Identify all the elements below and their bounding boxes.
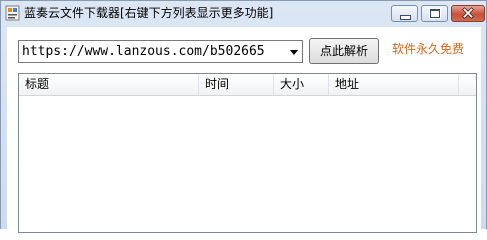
client-area: https://www.lanzous.com/b502665 点此解析 软件永… (7, 27, 481, 233)
app-window: 蓝奏云文件下载器[右键下方列表显示更多功能] https://www.lanzo… (0, 0, 487, 233)
window-title: 蓝奏云文件下载器[右键下方列表显示更多功能] (24, 6, 274, 20)
url-combobox[interactable]: https://www.lanzous.com/b502665 (18, 40, 303, 63)
column-header-filler (459, 74, 476, 95)
chevron-down-icon[interactable] (290, 50, 298, 55)
close-icon (462, 7, 474, 19)
minimize-icon (400, 15, 411, 20)
column-header-size[interactable]: 大小 (274, 74, 329, 95)
app-icon (5, 5, 20, 21)
file-list[interactable]: 标题 时间 大小 地址 (18, 73, 477, 233)
url-value[interactable]: https://www.lanzous.com/b502665 (22, 43, 265, 60)
title-bar[interactable]: 蓝奏云文件下载器[右键下方列表显示更多功能] (1, 1, 486, 27)
column-header-address[interactable]: 地址 (329, 74, 459, 95)
column-header-time[interactable]: 时间 (199, 74, 274, 95)
maximize-button[interactable] (421, 5, 448, 22)
minimize-button[interactable] (391, 5, 418, 22)
free-software-label: 软件永久免费 (392, 42, 465, 56)
maximize-icon (430, 9, 440, 18)
list-header: 标题 时间 大小 地址 (19, 74, 476, 96)
close-button[interactable] (451, 5, 485, 22)
parse-button[interactable]: 点此解析 (309, 38, 379, 64)
column-header-title[interactable]: 标题 (19, 74, 199, 95)
